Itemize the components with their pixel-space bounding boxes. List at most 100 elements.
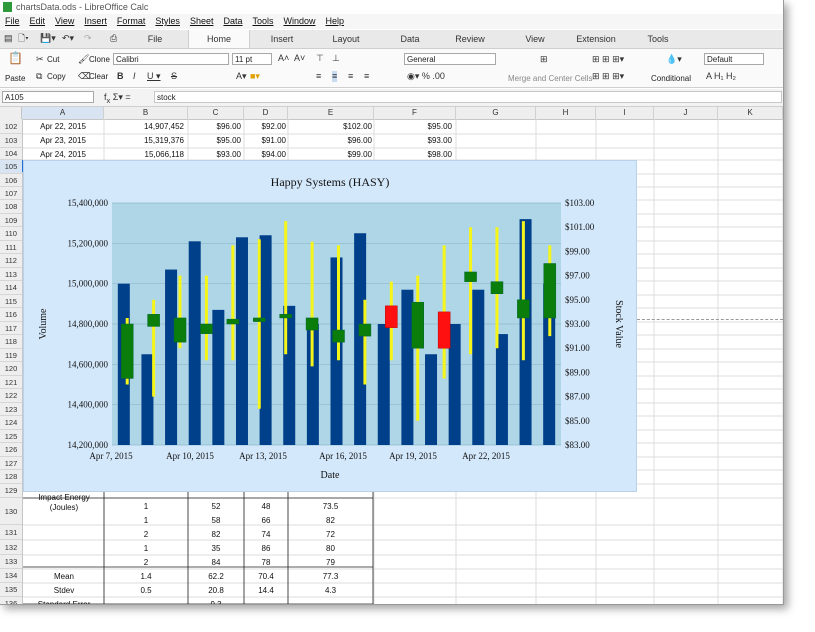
data-cell[interactable]: 1 <box>104 515 188 527</box>
save-icon[interactable]: 💾▾ <box>40 33 56 44</box>
column-header-f[interactable]: F <box>374 107 456 119</box>
menu-sheet[interactable]: Sheet <box>185 14 219 28</box>
print-icon[interactable]: ⎙ <box>110 33 117 44</box>
data-cell[interactable]: 2 <box>104 557 188 569</box>
row-header[interactable]: 113 <box>0 268 22 281</box>
tab-review[interactable]: Review <box>440 30 500 48</box>
cell-style-box[interactable]: Default <box>704 53 764 65</box>
tab-tools[interactable]: Tools <box>628 30 688 48</box>
data-cell[interactable]: 86 <box>244 543 288 555</box>
row-header[interactable]: 107 <box>0 187 22 200</box>
shrink-font-icon[interactable]: A˅ <box>294 53 305 64</box>
date-cell[interactable]: Apr 22, 2015 <box>24 121 102 133</box>
row-header[interactable]: 131 <box>0 525 22 540</box>
low-cell[interactable]: $95.00 <box>374 121 452 133</box>
column-header-d[interactable]: D <box>244 107 288 119</box>
menu-format[interactable]: Format <box>112 14 151 28</box>
italic-icon[interactable]: I <box>133 71 136 82</box>
stdev-cell[interactable]: 4.3 <box>288 585 373 597</box>
data-cell[interactable]: 82 <box>288 515 373 527</box>
align-left-icon[interactable]: ≡ <box>316 71 321 82</box>
data-cell[interactable]: 52 <box>188 501 244 513</box>
row-header[interactable]: 116 <box>0 308 22 322</box>
font-size-box[interactable]: 11 pt <box>232 53 272 65</box>
strikethrough-icon[interactable]: S <box>171 71 177 82</box>
row-header[interactable]: 103 <box>0 134 22 148</box>
font-color-icon[interactable]: A▾ <box>236 71 247 82</box>
mean-cell[interactable]: 70.4 <box>244 571 288 583</box>
high-cell[interactable]: $96.00 <box>288 135 372 147</box>
tab-view[interactable]: View <box>505 30 565 48</box>
row-header[interactable]: 104 <box>0 148 22 160</box>
align-right-icon[interactable]: ≡ <box>348 71 353 82</box>
data-cell[interactable]: 1 <box>104 501 188 513</box>
data-cell[interactable]: 74 <box>244 529 288 541</box>
number-format-box[interactable]: General <box>404 53 496 65</box>
mean-cell[interactable]: Mean <box>24 571 104 583</box>
row-header[interactable]: 132 <box>0 540 22 555</box>
tab-data[interactable]: Data <box>380 30 440 48</box>
menu-insert[interactable]: Insert <box>79 14 112 28</box>
row-header[interactable]: 110 <box>0 227 22 241</box>
column-header-g[interactable]: G <box>456 107 536 119</box>
data-cell[interactable]: 58 <box>188 515 244 527</box>
row-header[interactable]: 114 <box>0 281 22 295</box>
column-header-c[interactable]: C <box>188 107 244 119</box>
sterr-cell[interactable]: 9.3 <box>188 599 244 604</box>
low-cell[interactable]: $93.00 <box>374 135 452 147</box>
undo-icon[interactable]: ↶▾ <box>62 33 74 44</box>
data-cell[interactable]: 80 <box>288 543 373 555</box>
clone-button[interactable]: Clone <box>89 55 110 64</box>
menu-tools[interactable]: Tools <box>247 14 278 28</box>
row-header[interactable]: 121 <box>0 376 22 389</box>
align-center-icon[interactable]: ⊥ <box>332 53 340 64</box>
data-cell[interactable]: 48 <box>244 501 288 513</box>
mean-cell[interactable]: 62.2 <box>188 571 244 583</box>
close-cell[interactable]: $92.00 <box>244 121 286 133</box>
sterr-cell[interactable]: Standard Error <box>24 599 104 604</box>
row-header[interactable]: 128 <box>0 470 22 484</box>
row-header[interactable]: 122 <box>0 389 22 403</box>
name-box[interactable]: A105 <box>2 91 94 103</box>
column-header-j[interactable]: J <box>654 107 718 119</box>
justify-icon[interactable]: ≡ <box>364 71 369 82</box>
menu-help[interactable]: Help <box>321 14 350 28</box>
row-header[interactable]: 124 <box>0 416 22 430</box>
data-cell[interactable]: 72 <box>288 529 373 541</box>
joules-label[interactable]: (Joules) <box>24 502 104 514</box>
paste-button[interactable]: Paste <box>5 74 25 83</box>
align-top-icon[interactable]: ⊤ <box>316 53 324 64</box>
close-cell[interactable]: $91.00 <box>244 135 286 147</box>
row-header[interactable]: 127 <box>0 457 22 470</box>
column-header-a[interactable]: A <box>22 107 104 119</box>
borders2-icon[interactable]: ⊞ ⊞ ⊞▾ <box>592 71 624 82</box>
row-header[interactable]: 125 <box>0 430 22 443</box>
data-cell[interactable]: 79 <box>288 557 373 569</box>
merge-cells-icon[interactable]: ⊞ <box>540 54 548 65</box>
align-center-h-icon[interactable]: ≡ <box>332 71 338 82</box>
style-heading-icon[interactable]: A H₁ H₂ <box>706 71 736 82</box>
font-name-box[interactable]: Calibri <box>113 53 229 65</box>
row-header[interactable]: 106 <box>0 174 22 187</box>
stdev-cell[interactable]: 20.8 <box>188 585 244 597</box>
fill-icon[interactable]: 💧▾ <box>666 54 682 65</box>
tab-insert[interactable]: Insert <box>252 30 312 48</box>
row-header[interactable]: 129 <box>0 484 22 498</box>
row-header[interactable]: 135 <box>0 583 22 597</box>
data-cell[interactable]: 84 <box>188 557 244 569</box>
copy-button[interactable]: Copy <box>47 72 66 81</box>
tab-layout[interactable]: Layout <box>316 30 376 48</box>
data-cell[interactable]: 78 <box>244 557 288 569</box>
highlight-icon[interactable]: ■▾ <box>250 71 260 82</box>
row-header[interactable]: 130 <box>0 498 22 525</box>
column-header-h[interactable]: H <box>536 107 596 119</box>
grow-font-icon[interactable]: A˄ <box>278 53 289 64</box>
menu-edit[interactable]: Edit <box>25 14 51 28</box>
mean-cell[interactable]: 77.3 <box>288 571 373 583</box>
currency-icon[interactable]: ◉▾ % .00 <box>407 71 445 82</box>
tab-extension[interactable]: Extension <box>566 30 626 48</box>
bold-icon[interactable]: B <box>117 71 124 82</box>
paste-icon[interactable]: 📋 <box>8 52 23 64</box>
volume-cell[interactable]: 14,907,452 <box>104 121 184 133</box>
row-header[interactable]: 109 <box>0 214 22 227</box>
